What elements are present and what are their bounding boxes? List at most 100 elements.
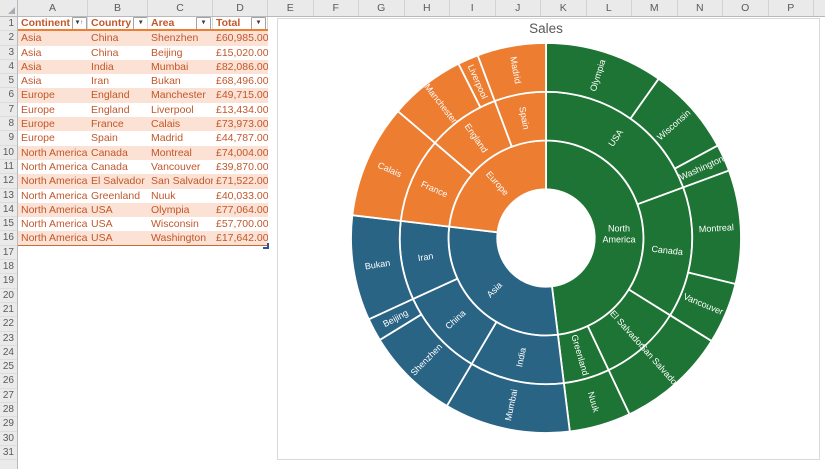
cell[interactable]: Europe — [18, 103, 88, 117]
cell[interactable]: Canada — [88, 160, 148, 174]
cell[interactable]: Greenland — [88, 189, 148, 203]
cell[interactable]: £74,004.00 — [213, 146, 268, 160]
column-header-M[interactable]: M — [632, 0, 678, 16]
cell[interactable]: North America — [18, 160, 88, 174]
column-header-D[interactable]: D — [213, 0, 268, 16]
cell[interactable]: £57,700.00 — [213, 217, 268, 231]
row-header-15[interactable]: 15 — [0, 217, 17, 232]
row-header-10[interactable]: 10 — [0, 146, 17, 160]
cell[interactable]: India — [88, 60, 148, 74]
cell[interactable]: £60,985.00 — [213, 31, 268, 45]
row-header-21[interactable]: 21 — [0, 303, 17, 318]
row-header-22[interactable]: 22 — [0, 317, 17, 332]
row-header-13[interactable]: 13 — [0, 189, 17, 203]
cell[interactable]: Montreal — [148, 146, 213, 160]
row-header-6[interactable]: 6 — [0, 88, 17, 103]
cell[interactable]: Madrid — [148, 131, 213, 145]
cell[interactable]: £44,787.00 — [213, 131, 268, 145]
cell[interactable]: North America — [18, 231, 88, 244]
table-header-area[interactable]: Area ▾ — [148, 17, 213, 30]
row-header-20[interactable]: 20 — [0, 289, 17, 303]
column-header-C[interactable]: C — [148, 0, 213, 16]
column-header-F[interactable]: F — [314, 0, 359, 16]
cell[interactable]: £49,715.00 — [213, 88, 268, 102]
cell[interactable]: France — [88, 117, 148, 131]
row-header-17[interactable]: 17 — [0, 246, 17, 261]
filter-dropdown-button[interactable]: ▾ — [133, 17, 147, 30]
cell[interactable]: Bukan — [148, 74, 213, 88]
cell[interactable]: £15,020.00 — [213, 46, 268, 60]
table-header-total[interactable]: Total ▾ — [213, 17, 268, 30]
column-header-G[interactable]: G — [359, 0, 405, 16]
cell[interactable]: Beijing — [148, 46, 213, 60]
row-header-14[interactable]: 14 — [0, 203, 17, 218]
row-header-5[interactable]: 5 — [0, 74, 17, 89]
cell[interactable]: North America — [18, 203, 88, 217]
column-header-I[interactable]: I — [450, 0, 496, 16]
row-header-23[interactable]: 23 — [0, 332, 17, 346]
column-header-E[interactable]: E — [268, 0, 314, 16]
row-header-27[interactable]: 27 — [0, 389, 17, 404]
cell[interactable]: £68,496.00 — [213, 74, 268, 88]
column-header-J[interactable]: J — [496, 0, 541, 16]
cell[interactable]: North America — [18, 146, 88, 160]
row-header-9[interactable]: 9 — [0, 131, 17, 146]
column-header-L[interactable]: L — [587, 0, 632, 16]
column-header-A[interactable]: A — [18, 0, 88, 16]
cell[interactable]: USA — [88, 203, 148, 217]
row-header-1[interactable]: 1 — [0, 17, 17, 32]
row-header-29[interactable]: 29 — [0, 417, 17, 432]
cell[interactable]: £73,973.00 — [213, 117, 268, 131]
cell[interactable]: Vancouver — [148, 160, 213, 174]
cell[interactable]: England — [88, 103, 148, 117]
cell[interactable]: £40,033.00 — [213, 189, 268, 203]
column-header-B[interactable]: B — [88, 0, 148, 16]
row-header-31[interactable]: 31 — [0, 446, 17, 461]
cell[interactable]: £82,086.00 — [213, 60, 268, 74]
cell[interactable]: £77,064.00 — [213, 203, 268, 217]
cell[interactable]: Canada — [88, 146, 148, 160]
filter-dropdown-button[interactable]: ▾ — [251, 17, 266, 30]
cell[interactable]: Shenzhen — [148, 31, 213, 45]
filter-dropdown-button[interactable]: ▾ — [196, 17, 211, 30]
cell[interactable]: £17,642.00 — [213, 231, 268, 244]
cell[interactable]: USA — [88, 231, 148, 244]
cell[interactable]: Liverpool — [148, 103, 213, 117]
row-header-12[interactable]: 12 — [0, 174, 17, 189]
row-header-3[interactable]: 3 — [0, 46, 17, 60]
cell[interactable]: Asia — [18, 46, 88, 60]
column-header-O[interactable]: O — [723, 0, 769, 16]
filter-sort-asc-button[interactable]: ▾ ↑ — [72, 17, 87, 30]
column-header-H[interactable]: H — [405, 0, 450, 16]
cell[interactable]: El Salvador — [88, 174, 148, 188]
cell[interactable]: £71,522.00 — [213, 174, 268, 188]
chart-object[interactable]: Sales North America USA Olympia Wisconsin Was… — [277, 18, 820, 460]
column-header-P[interactable]: P — [769, 0, 814, 16]
table-resize-handle[interactable] — [263, 242, 269, 249]
cell[interactable]: Europe — [18, 117, 88, 131]
cell[interactable]: North America — [18, 174, 88, 188]
cell[interactable]: China — [88, 46, 148, 60]
cell[interactable]: North America — [18, 217, 88, 231]
row-header-30[interactable]: 30 — [0, 432, 17, 446]
row-header-11[interactable]: 11 — [0, 160, 17, 175]
chart-title[interactable]: Sales — [529, 21, 563, 36]
cell[interactable]: Asia — [18, 31, 88, 45]
cell[interactable]: Wisconsin — [148, 217, 213, 231]
cell[interactable]: Spain — [88, 131, 148, 145]
cell[interactable]: Mumbai — [148, 60, 213, 74]
cell[interactable]: Iran — [88, 74, 148, 88]
cell[interactable]: Olympia — [148, 203, 213, 217]
cell[interactable]: £39,870.00 — [213, 160, 268, 174]
cell[interactable]: Calais — [148, 117, 213, 131]
row-header-19[interactable]: 19 — [0, 274, 17, 289]
cell[interactable]: USA — [88, 217, 148, 231]
cell[interactable]: Nuuk — [148, 189, 213, 203]
cell[interactable]: North America — [18, 189, 88, 203]
column-header-K[interactable]: K — [541, 0, 587, 16]
select-all-corner[interactable] — [0, 0, 18, 17]
row-header-7[interactable]: 7 — [0, 103, 17, 118]
cell[interactable]: £13,434.00 — [213, 103, 268, 117]
table-header-country[interactable]: Country ▾ — [88, 17, 148, 30]
row-header-24[interactable]: 24 — [0, 346, 17, 361]
